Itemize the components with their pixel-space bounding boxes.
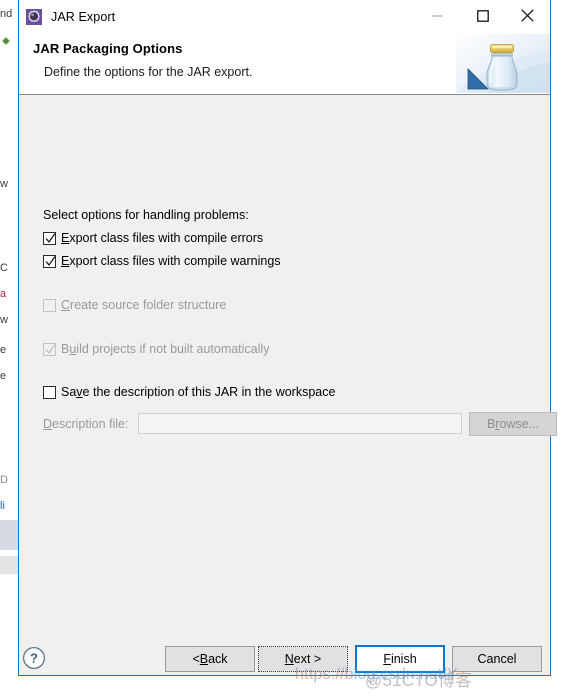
- checkbox-create-source-folder-structure: Create source folder structure: [43, 298, 226, 312]
- background-text-fragment: li: [0, 500, 5, 512]
- window-controls: [415, 0, 550, 34]
- mnemonic-letter: F: [383, 652, 391, 666]
- checkbox-label: Save the description of this JAR in the …: [61, 385, 335, 399]
- checkbox-label: Build projects if not built automaticall…: [61, 342, 269, 356]
- label-text: xport class files with compile warnings: [69, 254, 281, 268]
- background-right-accent: [556, 466, 563, 676]
- checkmark-icon: [45, 343, 56, 354]
- background-text-fragment: nd: [0, 8, 13, 20]
- mnemonic-letter: C: [61, 298, 71, 312]
- dialog-titlebar[interactable]: JAR Export: [19, 0, 550, 34]
- browse-button[interactable]: Br owse...: [469, 412, 557, 436]
- background-text-fragment: e: [0, 370, 7, 382]
- checkbox-label: Create source folder structure: [61, 298, 226, 312]
- label-text: ild projects if not built automatically: [76, 342, 270, 356]
- label-text: owse...: [499, 417, 540, 431]
- checkbox-label: Export class files with compile errors: [61, 231, 263, 245]
- background-panel: [0, 520, 18, 550]
- background-green-icon: [2, 37, 10, 45]
- checkmark-icon: [45, 255, 56, 266]
- page-description: Define the options for the JAR export.: [44, 65, 253, 79]
- background-text-fragment: a: [0, 288, 7, 300]
- dialog-body: Select options for handling problems: Ex…: [19, 95, 557, 619]
- checkmark-icon: [45, 232, 56, 243]
- page-title: JAR Packaging Options: [33, 41, 183, 56]
- label-text: reate source folder structure: [70, 298, 227, 312]
- description-file-label: Description file:: [43, 417, 128, 431]
- checkbox-box: [43, 342, 56, 356]
- checkbox-export-compile-errors[interactable]: Export class files with compile errors: [43, 231, 263, 245]
- background-text-fragment: C: [0, 262, 8, 274]
- label-prefix: Sa: [61, 385, 77, 399]
- jar-export-dialog: JAR Export JAR Packaging Options Define …: [18, 0, 557, 676]
- checkbox-save-description[interactable]: Save the description of this JAR in the …: [43, 385, 335, 399]
- jar-banner-image: [456, 34, 550, 93]
- dialog-title: JAR Export: [51, 10, 116, 24]
- mnemonic-letter: B: [199, 652, 209, 666]
- dialog-header: JAR Packaging Options Define the options…: [19, 34, 550, 95]
- label-text: Cancel: [477, 652, 517, 666]
- checkbox-build-projects-if-not-built: Build projects if not built automaticall…: [43, 342, 269, 356]
- maximize-icon[interactable]: [460, 0, 505, 31]
- label-text: inish: [390, 652, 417, 666]
- mnemonic-letter: N: [284, 652, 294, 666]
- checkbox-box[interactable]: [43, 254, 56, 268]
- checkbox-box: [43, 298, 56, 312]
- checkbox-box[interactable]: [43, 231, 56, 245]
- label-text: ext >: [293, 652, 322, 666]
- background-text-fragment: e: [0, 344, 7, 356]
- background-panel-secondary: [0, 556, 18, 574]
- checkbox-label: Export class files with compile warnings: [61, 254, 281, 268]
- checkbox-export-compile-warnings[interactable]: Export class files with compile warnings: [43, 254, 281, 268]
- options-group-label: Select options for handling problems:: [43, 208, 249, 222]
- label-prefix: B: [486, 417, 496, 431]
- background-text-fragment: D: [0, 474, 8, 486]
- label-text: xport class files with compile errors: [69, 231, 264, 245]
- finish-button[interactable]: Finish: [355, 645, 445, 673]
- background-text-fragment: w: [0, 178, 8, 190]
- help-icon[interactable]: ?: [22, 646, 46, 670]
- background-bottom-area: [0, 676, 563, 695]
- background-text-fragment: w: [0, 314, 8, 326]
- label-text: e the description of this JAR in the wor…: [82, 385, 336, 399]
- svg-text:?: ?: [30, 651, 38, 666]
- back-button[interactable]: < Back: [165, 646, 255, 672]
- label-text: ack: [208, 652, 228, 666]
- minimize-icon[interactable]: [415, 0, 460, 31]
- description-file-input[interactable]: [138, 413, 462, 434]
- mnemonic-letter: D: [43, 417, 53, 431]
- label-text: escription file:: [52, 417, 129, 431]
- label-prefix: <: [192, 652, 200, 666]
- jar-export-icon: [26, 9, 42, 25]
- close-icon[interactable]: [505, 0, 550, 31]
- cancel-button[interactable]: Cancel: [452, 646, 542, 672]
- next-button[interactable]: Next >: [258, 646, 348, 672]
- checkbox-box[interactable]: [43, 385, 56, 399]
